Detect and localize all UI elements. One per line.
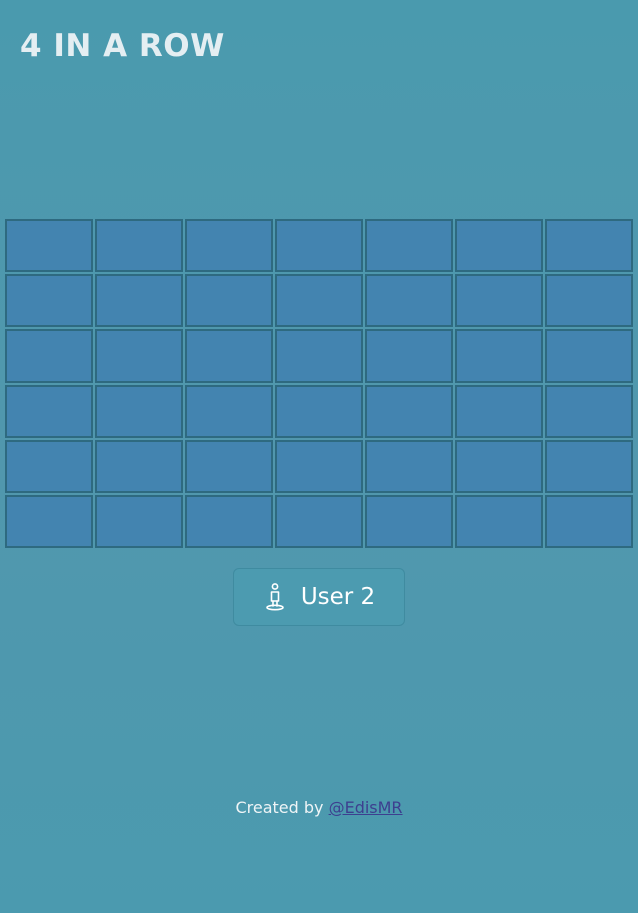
board-cell[interactable] xyxy=(365,439,453,493)
board-cell[interactable] xyxy=(5,494,93,548)
author-link[interactable]: @EdisMR xyxy=(329,798,403,817)
board-cell[interactable] xyxy=(365,219,453,273)
board-cell[interactable] xyxy=(275,384,363,438)
board-cell[interactable] xyxy=(95,329,183,383)
board-cell[interactable] xyxy=(95,384,183,438)
board-cell[interactable] xyxy=(185,384,273,438)
board-cell[interactable] xyxy=(185,219,273,273)
board-cell[interactable] xyxy=(275,274,363,328)
board-cell[interactable] xyxy=(95,439,183,493)
footer-prefix: Created by xyxy=(235,798,324,817)
current-player-label: User 2 xyxy=(300,584,376,610)
board-cell[interactable] xyxy=(95,274,183,328)
current-player-button[interactable]: User 2 xyxy=(233,568,405,626)
board-cell[interactable] xyxy=(275,329,363,383)
board-cell[interactable] xyxy=(365,329,453,383)
board-cell[interactable] xyxy=(275,494,363,548)
board-cell[interactable] xyxy=(5,384,93,438)
board-cell[interactable] xyxy=(185,439,273,493)
board-cell[interactable] xyxy=(455,329,543,383)
game-board xyxy=(5,219,633,548)
board-cell[interactable] xyxy=(455,439,543,493)
board-cell[interactable] xyxy=(275,219,363,273)
board-cell[interactable] xyxy=(275,439,363,493)
board-cell[interactable] xyxy=(455,494,543,548)
board-cell[interactable] xyxy=(455,219,543,273)
board-cell[interactable] xyxy=(545,439,633,493)
board-cell[interactable] xyxy=(545,494,633,548)
board-cell[interactable] xyxy=(365,384,453,438)
board-cell[interactable] xyxy=(5,439,93,493)
board-cell[interactable] xyxy=(545,274,633,328)
board-cell[interactable] xyxy=(185,274,273,328)
user-icon xyxy=(263,582,287,612)
board-cell[interactable] xyxy=(5,219,93,273)
page-title: 4 IN A ROW xyxy=(20,28,225,64)
board-cell[interactable] xyxy=(455,274,543,328)
board-cell[interactable] xyxy=(545,219,633,273)
board-cell[interactable] xyxy=(365,494,453,548)
board-cell[interactable] xyxy=(95,494,183,548)
board-cell[interactable] xyxy=(95,219,183,273)
board-cell[interactable] xyxy=(455,384,543,438)
board-cell[interactable] xyxy=(5,274,93,328)
board-cell[interactable] xyxy=(185,494,273,548)
board-cell[interactable] xyxy=(5,329,93,383)
footer-credit: Created by @EdisMR xyxy=(0,798,638,817)
board-cell[interactable] xyxy=(185,329,273,383)
board-cell[interactable] xyxy=(365,274,453,328)
board-cell[interactable] xyxy=(545,384,633,438)
board-cell[interactable] xyxy=(545,329,633,383)
